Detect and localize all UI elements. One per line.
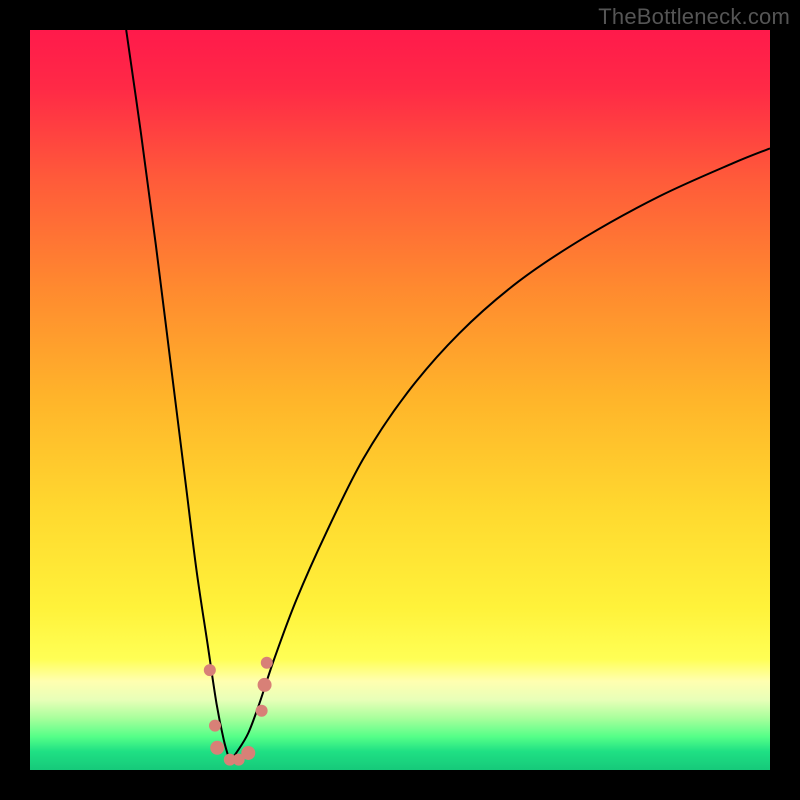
marker-dot <box>256 705 268 717</box>
marker-dot <box>209 720 221 732</box>
marker-dot <box>258 678 272 692</box>
marker-dot <box>210 741 224 755</box>
marker-dot <box>261 657 273 669</box>
marker-dot <box>204 664 216 676</box>
plot-area <box>30 30 770 770</box>
marker-dot <box>241 746 255 760</box>
chart-frame: TheBottleneck.com <box>0 0 800 800</box>
watermark-text: TheBottleneck.com <box>598 4 790 30</box>
chart-svg <box>30 30 770 770</box>
